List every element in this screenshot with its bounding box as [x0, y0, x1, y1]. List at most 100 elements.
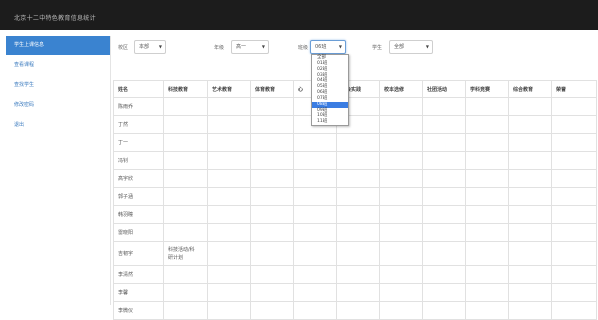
student-select[interactable]: 全部 ▼: [389, 40, 433, 54]
student-name-cell: 李微仪: [113, 301, 164, 320]
table-cell: [551, 241, 597, 266]
student-name-cell: 韩羽瞳: [113, 205, 164, 224]
table-cell: [250, 265, 294, 284]
table-cell: [379, 301, 423, 320]
table-cell: [379, 187, 423, 206]
table-cell: [551, 133, 597, 152]
column-header-honors: 荣誉: [551, 80, 597, 98]
column-header-tech-education: 科技教育: [163, 80, 208, 98]
table-cell: [379, 97, 423, 116]
student-name-cell: 陈雨乔: [113, 97, 164, 116]
tech-education-cell: [163, 187, 208, 206]
column-header-name: 姓名: [113, 80, 164, 98]
table-cell: [336, 205, 380, 224]
table-cell: [465, 151, 509, 170]
column-header-subject-competitions: 学科竞赛: [465, 80, 509, 98]
app-title: 北京十二中特色教育信息统计: [14, 15, 96, 22]
class-label: 班级: [298, 45, 309, 51]
table-cell: [207, 151, 251, 170]
table-row: 李微仪: [113, 301, 597, 320]
table-row: 吉韧宇 科技活动/科 研计划: [113, 241, 597, 266]
table-cell: [379, 205, 423, 224]
table-cell: [293, 151, 337, 170]
column-header-school-electives: 校本选修: [379, 80, 423, 98]
table-cell: [379, 133, 423, 152]
grade-select[interactable]: 高一 ▼: [231, 40, 269, 54]
class-select[interactable]: 06班 ▼: [310, 40, 346, 54]
table-cell: [551, 301, 597, 320]
table-cell: [336, 169, 380, 188]
sidebar-nav: 学生上课信息 查看课程 查找学生 修改密码 退出: [0, 36, 111, 305]
campus-label: 校区: [118, 45, 129, 51]
table-row: 高宇欣: [113, 169, 597, 188]
table-cell: [422, 187, 466, 206]
table-cell: [207, 169, 251, 188]
campus-select[interactable]: 本部 ▼: [134, 40, 166, 54]
column-header-general-education: 综合教育: [508, 80, 552, 98]
table-row: 冯钊: [113, 151, 597, 170]
table-cell: [508, 241, 552, 266]
sidebar-item-logout[interactable]: 退出: [0, 116, 110, 135]
column-header-pe-education: 体育教育: [250, 80, 294, 98]
table-cell: [379, 223, 423, 242]
table-cell: [250, 205, 294, 224]
sidebar-item-find-student[interactable]: 查找学生: [0, 76, 110, 95]
student-name-cell: 吉韧宇: [113, 241, 164, 266]
table-cell: [379, 169, 423, 188]
student-label: 学生: [372, 45, 383, 51]
student-select-value: 全部: [394, 44, 405, 50]
table-cell: [508, 187, 552, 206]
table-cell: [422, 133, 466, 152]
table-cell: [293, 205, 337, 224]
student-name-cell: 丁然: [113, 115, 164, 134]
table-cell: [422, 169, 466, 188]
caret-down-icon: ▼: [425, 44, 429, 49]
table-row: 丁然: [113, 115, 597, 134]
sidebar-item-student-class-info[interactable]: 学生上课信息: [6, 36, 110, 55]
table-cell: [465, 283, 509, 302]
table-cell: [207, 187, 251, 206]
table-row: 李清然: [113, 265, 597, 284]
top-header-bar: 北京十二中特色教育信息统计: [0, 0, 598, 30]
column-header-art-education: 艺术教育: [207, 80, 251, 98]
table-cell: [250, 133, 294, 152]
student-name-cell: 高宇欣: [113, 169, 164, 188]
table-cell: [422, 283, 466, 302]
table-cell: [422, 265, 466, 284]
table-cell: [250, 223, 294, 242]
tech-education-cell: [163, 97, 208, 116]
student-name-cell: 李馨: [113, 283, 164, 302]
table-row: 雷晓阳: [113, 223, 597, 242]
grade-label: 年级: [214, 45, 225, 51]
campus-select-value: 本部: [139, 44, 150, 50]
table-cell: [465, 265, 509, 284]
table-header-row: 姓名 科技教育 艺术教育 体育教育 心 社会实践 校本选修 社团活动 学科竞赛 …: [113, 80, 597, 98]
table-cell: [422, 115, 466, 134]
table-cell: [207, 205, 251, 224]
table-cell: [422, 97, 466, 116]
grade-select-value: 高一: [236, 44, 247, 50]
class-option[interactable]: 11班: [312, 119, 348, 125]
table-cell: [207, 223, 251, 242]
table-cell: [422, 151, 466, 170]
table-cell: [508, 283, 552, 302]
table-cell: [465, 169, 509, 188]
table-cell: [336, 283, 380, 302]
table-cell: [250, 169, 294, 188]
table-cell: [508, 265, 552, 284]
table-cell: [465, 133, 509, 152]
table-cell: [207, 241, 251, 266]
table-cell: [551, 223, 597, 242]
table-cell: [336, 133, 380, 152]
sidebar-item-change-password[interactable]: 修改密码: [0, 96, 110, 115]
tech-education-cell: [163, 115, 208, 134]
table-cell: [336, 187, 380, 206]
sidebar-item-view-courses[interactable]: 查看课程: [0, 56, 110, 75]
table-cell: [551, 265, 597, 284]
class-dropdown-list: 全部 01班 02班 03班 04班 05班 06班 07班 08班 09班 1…: [311, 54, 349, 127]
table-cell: [508, 223, 552, 242]
table-cell: [551, 283, 597, 302]
table-cell: [508, 97, 552, 116]
table-cell: [465, 115, 509, 134]
table-cell: [207, 97, 251, 116]
